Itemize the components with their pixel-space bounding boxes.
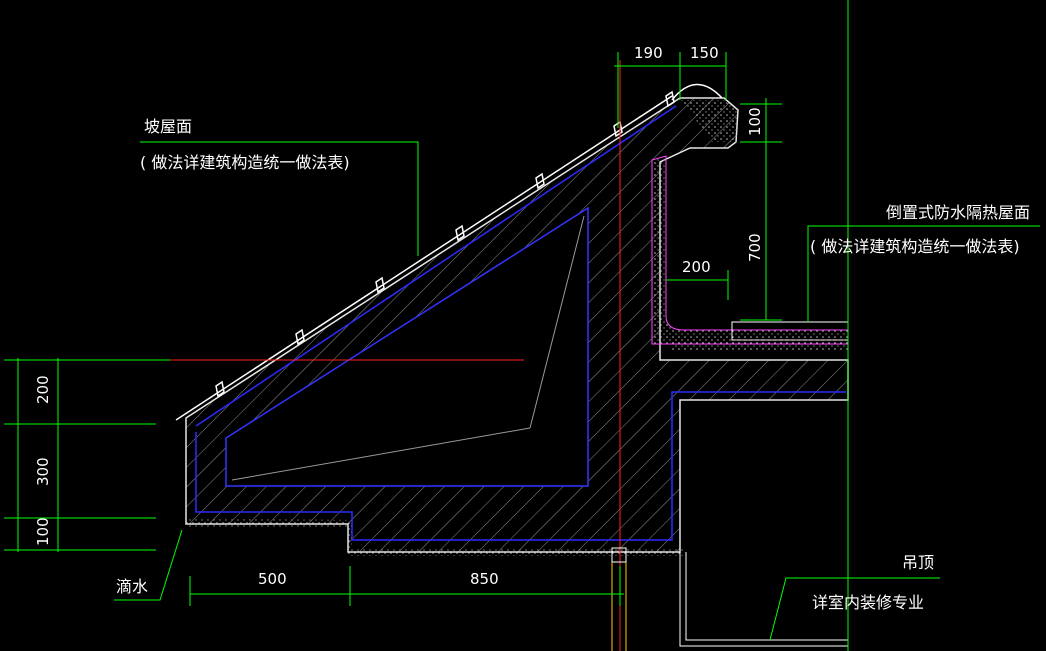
dim-right-100: 100 (746, 107, 764, 136)
dim-radius-200: 200 (682, 258, 711, 276)
dim-top-150: 150 (690, 44, 719, 62)
hollow-void (225, 206, 589, 487)
column-lines (611, 547, 627, 651)
dim-left-200: 200 (34, 375, 52, 404)
drip-label: 滴水 (116, 577, 148, 596)
dim-right-700: 700 (746, 233, 764, 262)
ceiling-title: 吊顶 (902, 553, 934, 572)
ceiling-note: 详室内装修专业 (812, 593, 924, 612)
dim-top-190: 190 (634, 44, 663, 62)
inverted-roof-title: 倒置式防水隔热屋面 (886, 203, 1030, 222)
slope-roof-title: 坡屋面 (144, 117, 192, 136)
dim-bottom-500: 500 (258, 570, 287, 588)
insulation-speckle (672, 338, 848, 350)
inverted-roof-note: ( 做法详建筑构造统一做法表) (810, 237, 1020, 256)
dim-left-300: 300 (34, 457, 52, 486)
cad-section-drawing: 坡屋面 ( 做法详建筑构造统一做法表) 倒置式防水隔热屋面 ( 做法详建筑构造统… (0, 0, 1046, 651)
dim-bottom-850: 850 (470, 570, 499, 588)
dim-left-100: 100 (34, 517, 52, 546)
slope-roof-note: ( 做法详建筑构造统一做法表) (140, 153, 350, 172)
